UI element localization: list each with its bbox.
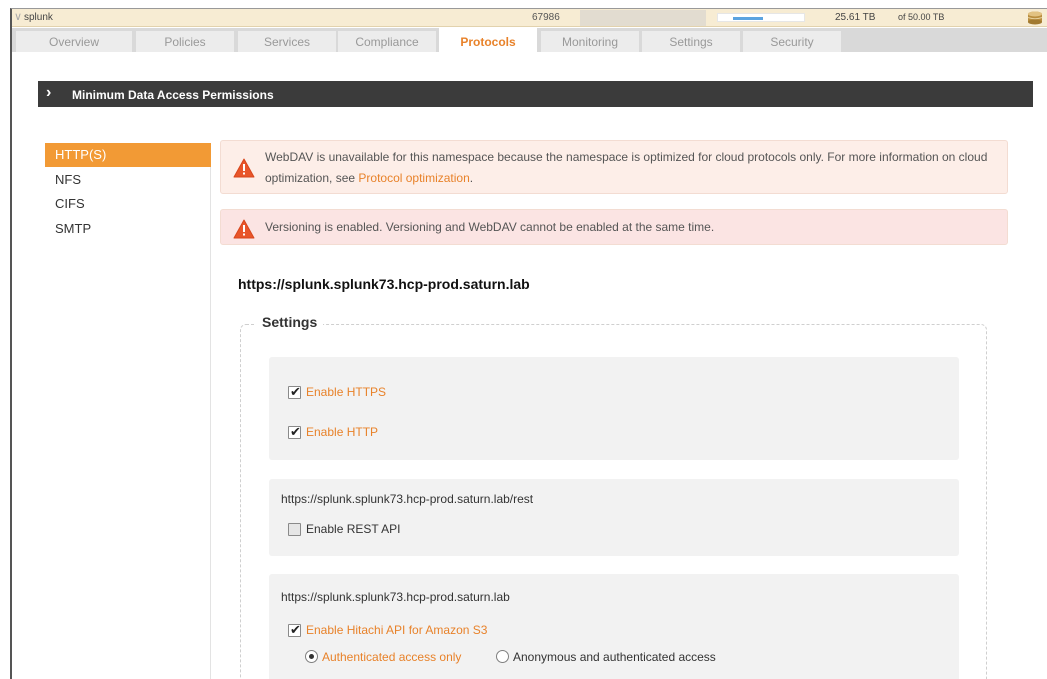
tab-label: Settings bbox=[669, 35, 713, 49]
tab-services[interactable]: Services bbox=[238, 28, 336, 52]
tab-settings[interactable]: Settings bbox=[642, 28, 740, 52]
database-icon bbox=[1027, 11, 1043, 25]
enable-s3-label[interactable]: Enable Hitachi API for Amazon S3 bbox=[306, 623, 487, 637]
s3-url: https://splunk.splunk73.hcp-prod.saturn.… bbox=[281, 590, 510, 604]
storage-total: of 50.00 TB bbox=[898, 12, 945, 22]
rest-settings-panel: https://splunk.splunk73.hcp-prod.saturn.… bbox=[269, 479, 959, 556]
http-settings-panel: Enable HTTPS Enable HTTP bbox=[269, 357, 959, 460]
tab-label: Overview bbox=[48, 35, 99, 49]
alert-suffix: . bbox=[469, 171, 474, 185]
s3-settings-panel: https://splunk.splunk73.hcp-prod.saturn.… bbox=[269, 574, 959, 679]
tab-label: Protocols bbox=[460, 35, 516, 49]
storage-used: 25.61 TB bbox=[835, 12, 876, 23]
anon-auth-label[interactable]: Anonymous and authenticated access bbox=[513, 650, 716, 664]
warning-icon bbox=[233, 219, 255, 239]
tab-compliance[interactable]: Compliance bbox=[338, 28, 436, 52]
versioning-warning: Versioning is enabled. Versioning and We… bbox=[220, 209, 1008, 245]
enable-http-label[interactable]: Enable HTTP bbox=[306, 425, 378, 439]
chevron-down-icon[interactable]: ∨ bbox=[14, 10, 22, 23]
protocol-nav: HTTP(S) NFS CIFS SMTP bbox=[45, 143, 211, 679]
webdav-warning: WebDAV is unavailable for this namespace… bbox=[220, 140, 1008, 194]
versioning-warning-text: Versioning is enabled. Versioning and We… bbox=[265, 220, 715, 234]
app-window: ∨ splunk 67986 25.61 TB of 50.00 TB Over… bbox=[10, 8, 1047, 679]
nav-item-smtp[interactable]: SMTP bbox=[45, 217, 211, 241]
enable-http-checkbox[interactable] bbox=[288, 424, 301, 440]
namespace-url-heading: https://splunk.splunk73.hcp-prod.saturn.… bbox=[238, 276, 530, 292]
warning-icon bbox=[233, 158, 255, 178]
chevron-right-icon: › bbox=[46, 84, 52, 101]
tab-label: Compliance bbox=[355, 35, 419, 49]
storage-usage-fill bbox=[733, 17, 763, 20]
webdav-warning-text: WebDAV is unavailable for this namespace… bbox=[265, 147, 995, 189]
tab-label: Security bbox=[770, 35, 814, 49]
enable-rest-label[interactable]: Enable REST API bbox=[306, 522, 401, 536]
tab-security[interactable]: Security bbox=[743, 28, 841, 52]
nav-item-https[interactable]: HTTP(S) bbox=[45, 143, 211, 167]
object-count: 67986 bbox=[532, 12, 560, 23]
enable-https-label[interactable]: Enable HTTPS bbox=[306, 385, 386, 399]
storage-usage-bar bbox=[717, 13, 805, 22]
s3-access-radio-group: Authenticated access only Anonymous and … bbox=[305, 650, 765, 666]
tab-policies[interactable]: Policies bbox=[136, 28, 234, 52]
anon-auth-radio[interactable] bbox=[496, 650, 509, 663]
tab-label: Policies bbox=[164, 35, 206, 49]
settings-legend: Settings bbox=[256, 314, 324, 330]
tab-monitoring[interactable]: Monitoring bbox=[541, 28, 639, 52]
nav-item-cifs[interactable]: CIFS bbox=[45, 192, 211, 216]
object-count-box bbox=[580, 10, 706, 26]
auth-only-label[interactable]: Authenticated access only bbox=[322, 650, 461, 664]
tab-bar: Overview Policies Services Compliance Pr… bbox=[12, 28, 1047, 52]
tab-label: Services bbox=[263, 35, 310, 49]
protocol-optimization-link[interactable]: Protocol optimization bbox=[358, 171, 469, 185]
section-header[interactable]: › Minimum Data Access Permissions bbox=[38, 81, 1033, 107]
enable-s3-checkbox[interactable] bbox=[288, 622, 301, 638]
tab-label: Monitoring bbox=[561, 35, 619, 49]
namespace-name: splunk bbox=[24, 12, 53, 23]
enable-rest-checkbox[interactable] bbox=[288, 523, 301, 536]
enable-https-checkbox[interactable] bbox=[288, 384, 301, 400]
nav-item-nfs[interactable]: NFS bbox=[45, 168, 211, 192]
auth-only-radio[interactable] bbox=[305, 650, 318, 663]
tab-protocols[interactable]: Protocols bbox=[439, 28, 537, 52]
rest-url: https://splunk.splunk73.hcp-prod.saturn.… bbox=[281, 492, 534, 506]
title-bar: ∨ splunk 67986 25.61 TB of 50.00 TB bbox=[12, 9, 1047, 27]
tab-overview[interactable]: Overview bbox=[16, 28, 132, 52]
section-title: Minimum Data Access Permissions bbox=[72, 88, 274, 102]
